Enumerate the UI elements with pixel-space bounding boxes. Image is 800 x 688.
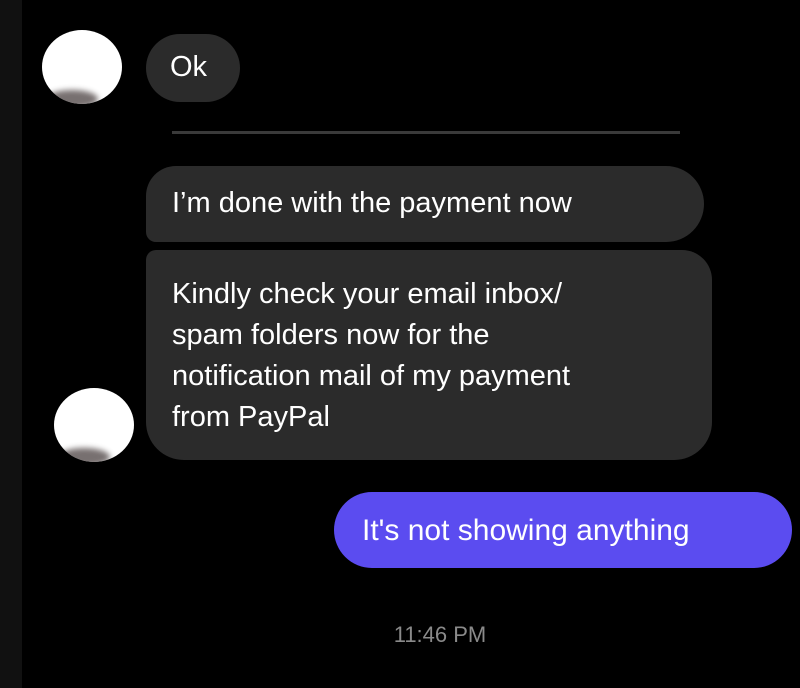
left-edge-bar [0, 0, 22, 688]
message-text: It's not showing anything [362, 514, 690, 547]
message-text: I’m done with the payment now [172, 187, 572, 219]
sent-message-bubble[interactable]: It's not showing anything [334, 492, 792, 568]
message-divider [172, 131, 680, 134]
message-text: Kindly check your email inbox/ spam fold… [172, 278, 571, 433]
contact-avatar[interactable] [54, 388, 134, 462]
received-message-bubble[interactable]: Ok [146, 34, 240, 102]
message-timestamp: 11:46 PM [393, 622, 487, 647]
received-message-bubble[interactable]: I’m done with the payment now [146, 166, 704, 242]
message-text: Ok [170, 51, 208, 83]
contact-avatar[interactable] [42, 30, 122, 104]
avatar-icon [58, 448, 110, 462]
received-message-bubble[interactable]: Kindly check your email inbox/ spam fold… [146, 250, 712, 460]
avatar-icon [46, 90, 98, 104]
chat-screen: Ok I’m done with the payment now Kindly … [0, 0, 800, 688]
